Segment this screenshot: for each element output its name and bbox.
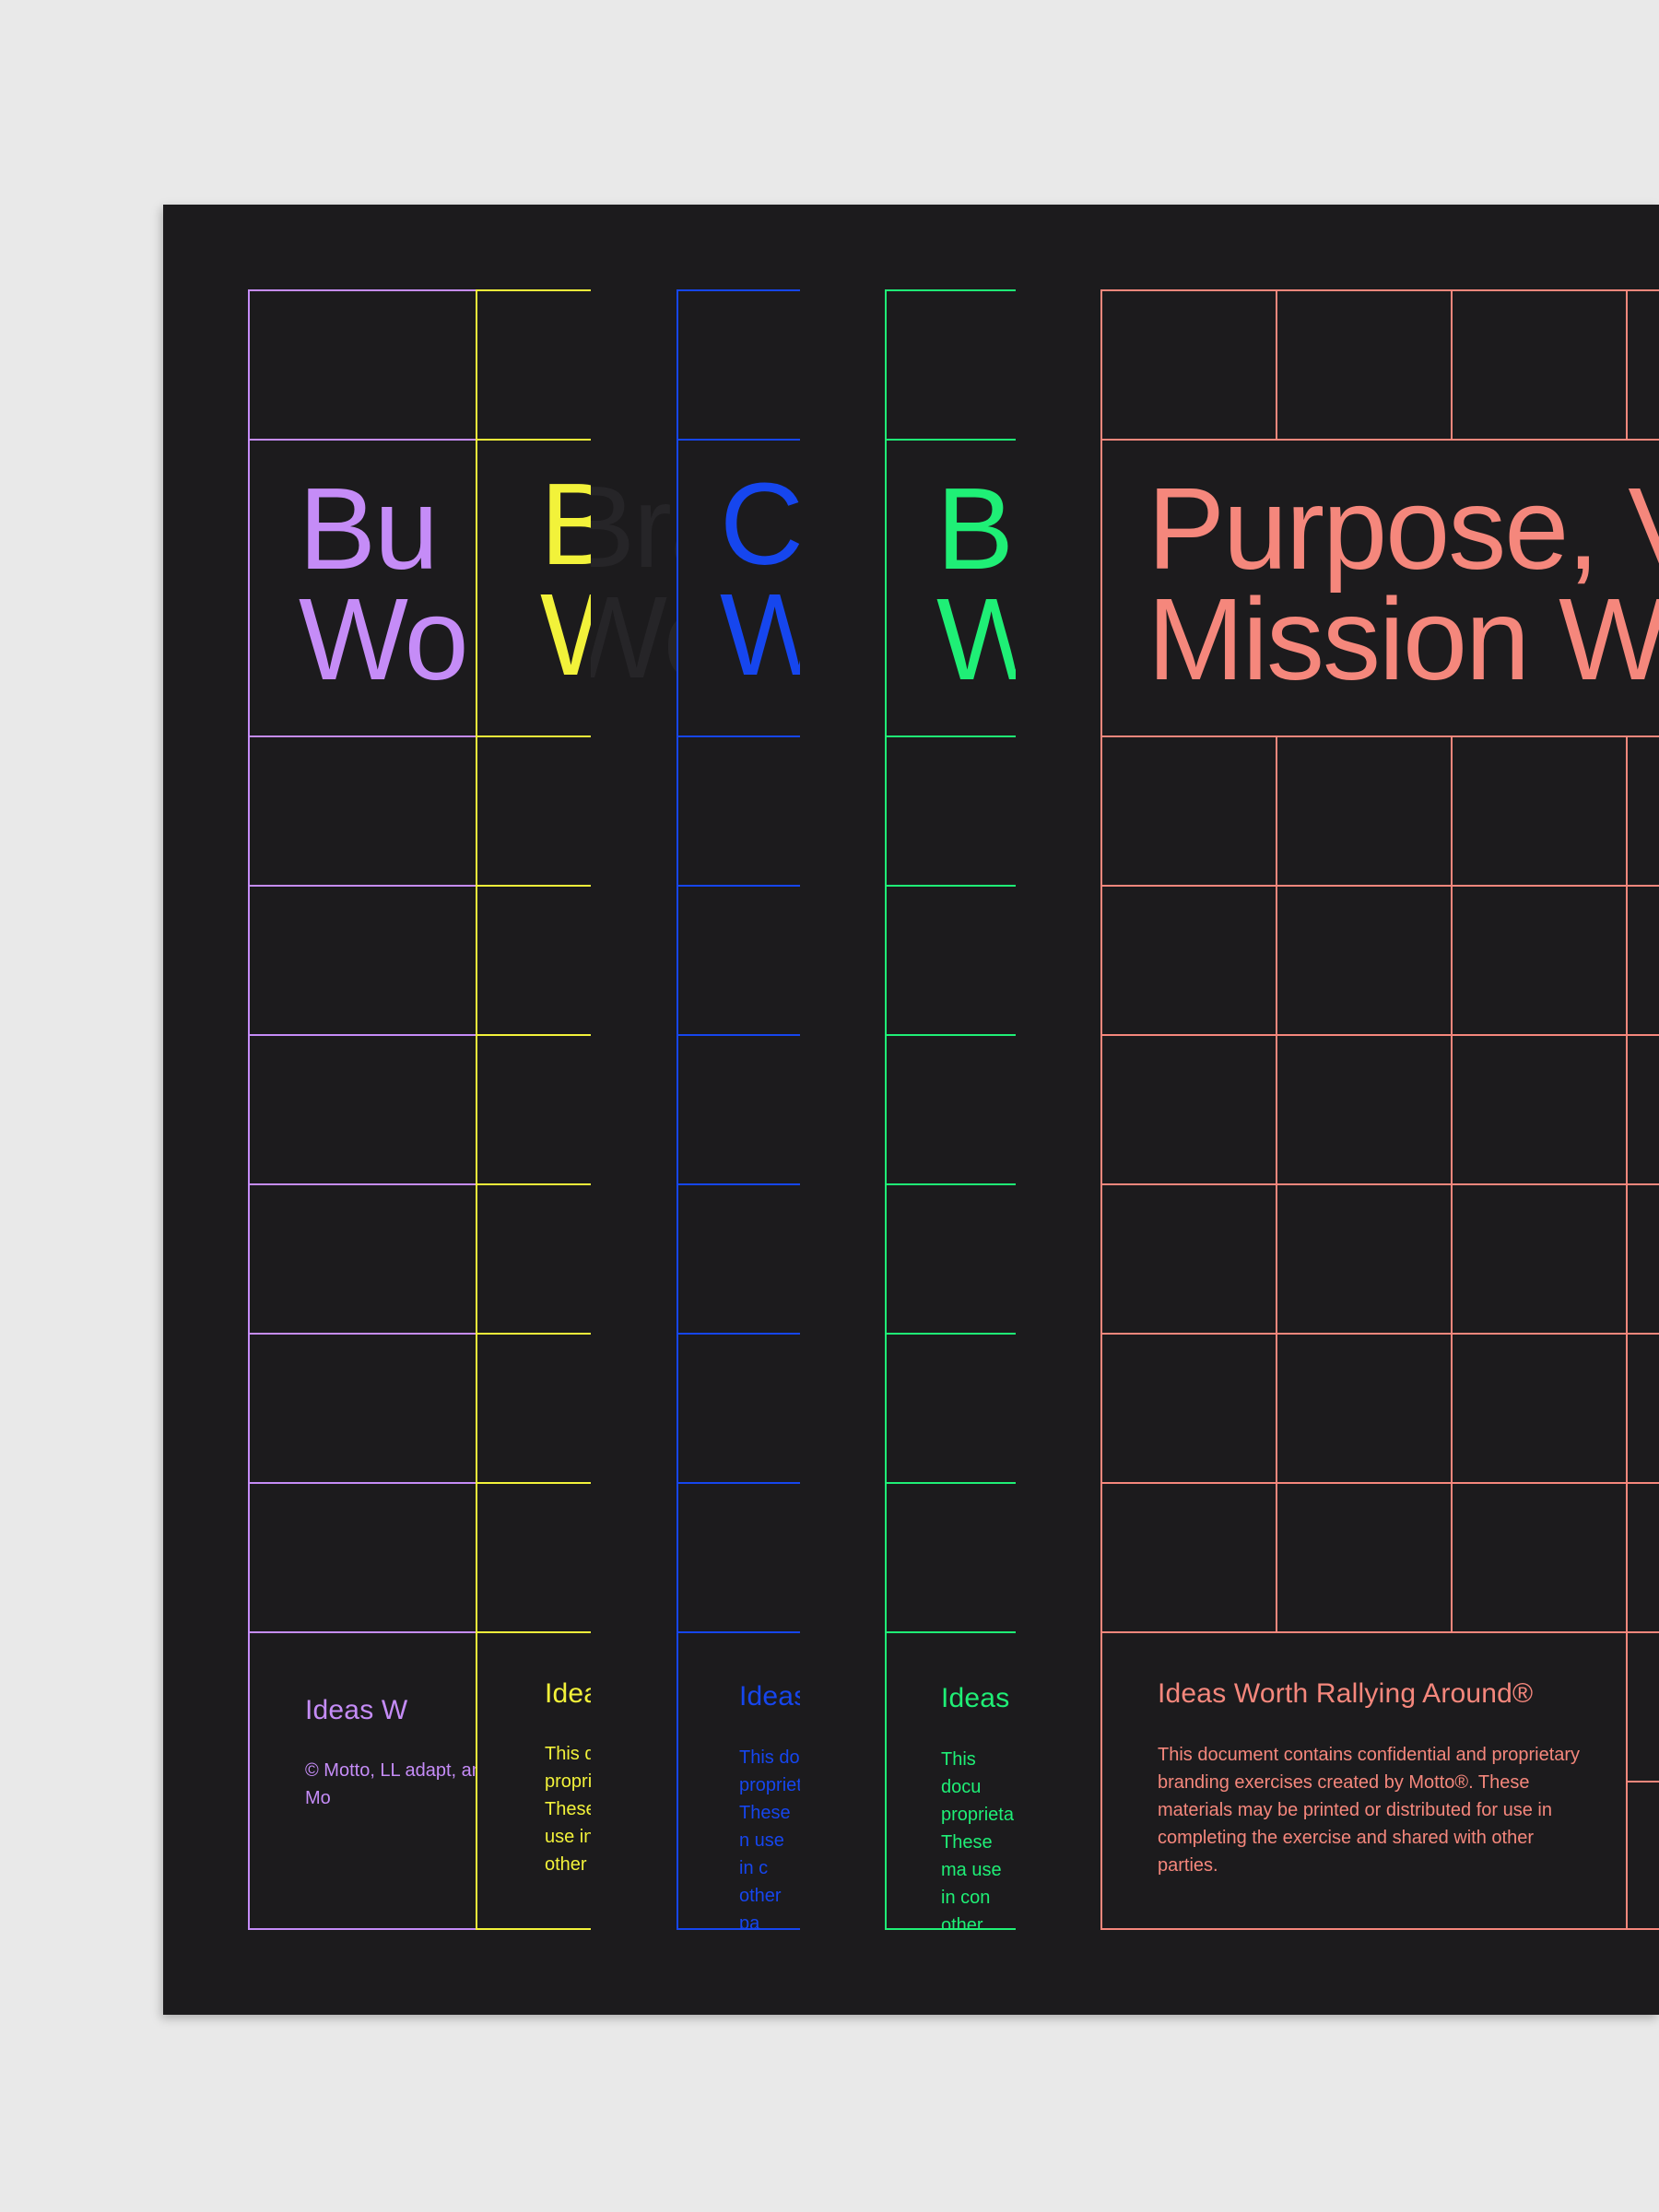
- grid-line: [677, 1482, 800, 1484]
- grid-line: [476, 1482, 591, 1484]
- grid-line: [885, 289, 887, 1930]
- grid-line: [476, 289, 477, 1930]
- grid-line: [248, 735, 483, 737]
- grid-line: [476, 1631, 591, 1633]
- grid-line: [1100, 1482, 1659, 1484]
- grid-line: [1628, 1781, 1659, 1783]
- footer-title: Ideas Worth Rallying Around®: [1158, 1678, 1534, 1709]
- title-line1: Co: [720, 459, 800, 589]
- footer-title: Ideas: [941, 1683, 1010, 1713]
- grid-line: [677, 885, 800, 887]
- grid-line: [476, 885, 591, 887]
- grid-line: [885, 885, 1016, 887]
- footer-title: Ideas W: [305, 1695, 408, 1725]
- grid-line: [248, 439, 483, 441]
- grid-line: [248, 289, 250, 1930]
- sheet-title: B W: [540, 459, 591, 693]
- grid-line: [1451, 735, 1453, 1631]
- title-line2: W: [540, 577, 591, 693]
- grid-line: [476, 439, 591, 441]
- grid-line: [885, 1928, 1016, 1930]
- grid-line: [885, 1482, 1016, 1484]
- grid-line: [476, 735, 591, 737]
- grid-line: [1276, 735, 1277, 1631]
- grid-line: [1100, 289, 1659, 291]
- footer-title: Ideas: [739, 1681, 800, 1712]
- worksheet-brand: B W Idea This d propri These use in othe…: [476, 289, 591, 1930]
- grid-line: [1100, 1034, 1659, 1036]
- grid-line: [248, 1928, 483, 1930]
- grid-line: [885, 439, 1016, 441]
- grid-line: [677, 735, 800, 737]
- worksheet-purpose-vision-mission: Purpose, V Mission Wo Ideas Worth Rallyi…: [1100, 289, 1659, 1930]
- title-line2: W: [720, 570, 800, 700]
- grid-line: [248, 1482, 483, 1484]
- grid-line: [1100, 289, 1102, 1930]
- grid-line: [1100, 1333, 1659, 1335]
- grid-line: [1100, 439, 1659, 441]
- sheet-title: Br W: [936, 464, 1016, 704]
- footer-body: This do propriet These n use in c other …: [739, 1747, 800, 1930]
- grid-line: [476, 1183, 591, 1185]
- footer-title: Idea: [545, 1678, 591, 1709]
- grid-line: [885, 289, 1016, 291]
- footer-body: © Motto, LL adapt, and b even comm credi…: [305, 1760, 483, 1808]
- footer-body: This document contains confidential and …: [1158, 1745, 1581, 1876]
- title-line2: Wo: [299, 574, 469, 704]
- grid-line: [677, 1183, 800, 1185]
- grid-line: [1451, 289, 1453, 439]
- worksheet-business: Bu Wo Ideas W © Motto, LL adapt, and b e…: [248, 289, 483, 1930]
- grid-line: [476, 1034, 591, 1036]
- title-line1: B: [540, 459, 591, 589]
- grid-line: [1100, 1631, 1659, 1633]
- grid-line: [248, 1183, 483, 1185]
- grid-line: [248, 1333, 483, 1335]
- grid-line: [248, 289, 483, 291]
- grid-line: [1276, 289, 1277, 439]
- grid-line: [677, 439, 800, 441]
- grid-line: [1100, 1183, 1659, 1185]
- grid-line: [476, 1928, 591, 1930]
- grid-line: [476, 289, 591, 291]
- grid-line: [677, 1928, 800, 1930]
- worksheet-core: Co W Ideas This do propriet These n use …: [677, 289, 800, 1930]
- grid-line: [1100, 885, 1659, 887]
- grid-line: [248, 1631, 483, 1633]
- grid-line: [1626, 289, 1628, 439]
- title-line1: Br: [936, 464, 1016, 594]
- grid-line: [677, 1631, 800, 1633]
- sheet-title: Co W: [720, 459, 800, 700]
- grid-line: [885, 1183, 1016, 1185]
- grid-line: [1100, 1928, 1659, 1930]
- footer-body: This docu proprieta These ma use in con …: [941, 1749, 1014, 1930]
- sheet-title: Bu Wo: [299, 464, 469, 704]
- grid-line: [476, 1333, 591, 1335]
- grid-line: [248, 885, 483, 887]
- worksheet-brand-2: Br W Ideas This docu proprieta These ma …: [885, 289, 1016, 1930]
- grid-line: [885, 1333, 1016, 1335]
- poster-board: Bra Wo Bu Wo Ideas W © Motto, LL adapt, …: [163, 205, 1659, 2015]
- grid-line: [677, 289, 800, 291]
- grid-line: [885, 1034, 1016, 1036]
- footer-body: This d propri These use in other: [545, 1744, 591, 1875]
- grid-line: [885, 1631, 1016, 1633]
- grid-line: [1100, 735, 1659, 737]
- title-line1: Bu: [299, 464, 439, 594]
- grid-line: [677, 1034, 800, 1036]
- grid-line: [885, 735, 1016, 737]
- grid-line: [248, 1034, 483, 1036]
- grid-line: [677, 289, 678, 1930]
- grid-line: [1626, 735, 1628, 1631]
- sheet-title: Purpose, V Mission Wo: [1147, 464, 1659, 704]
- title-line2: W: [936, 574, 1016, 704]
- title-line2: Mission Wo: [1147, 574, 1659, 704]
- grid-line: [677, 1333, 800, 1335]
- title-line1: Purpose, V: [1147, 464, 1659, 594]
